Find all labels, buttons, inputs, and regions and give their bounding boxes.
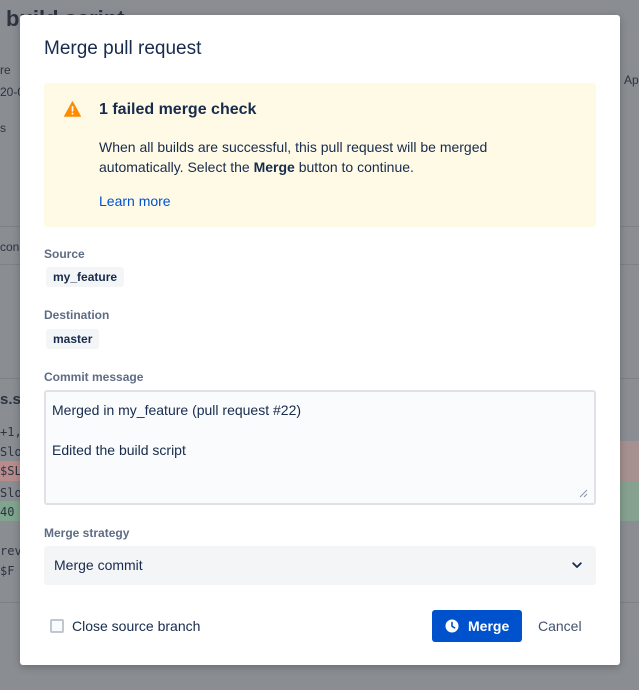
commit-message-label: Commit message xyxy=(44,370,144,384)
background-fragment: $F xyxy=(0,564,15,578)
close-source-branch-label[interactable]: Close source branch xyxy=(72,618,200,634)
commit-message-input[interactable]: Merged in my_feature (pull request #22) … xyxy=(44,390,596,505)
merge-dialog: Merge pull request 1 failed merge check … xyxy=(20,15,620,665)
background-fragment: +1, xyxy=(0,425,22,439)
background-fragment: Slo xyxy=(0,486,22,500)
background-fragment: re xyxy=(0,63,11,77)
background-fragment: s xyxy=(0,121,6,135)
merge-button-label: Merge xyxy=(468,618,510,634)
warning-title: 1 failed merge check xyxy=(99,101,257,118)
learn-more-link[interactable]: Learn more xyxy=(99,193,171,209)
background-fragment: rev xyxy=(0,544,22,558)
source-branch: my_feature xyxy=(46,267,125,287)
background-diff-removed xyxy=(620,441,639,481)
merge-strategy-select[interactable]: Merge commit xyxy=(44,546,596,585)
resize-handle-icon[interactable] xyxy=(578,488,588,498)
background-fragment: con xyxy=(0,240,20,254)
background-fragment: Ap xyxy=(624,73,639,87)
dialog-title: Merge pull request xyxy=(44,38,202,59)
merge-check-warning: 1 failed merge check When all builds are… xyxy=(44,83,596,227)
warning-message-bold: Merge xyxy=(253,159,295,175)
warning-icon xyxy=(64,101,81,117)
merge-button[interactable]: Merge xyxy=(432,610,522,642)
destination-branch: master xyxy=(46,329,100,349)
destination-label: Destination xyxy=(44,308,110,322)
close-source-branch-checkbox[interactable] xyxy=(50,619,64,633)
merge-strategy-value: Merge commit xyxy=(54,557,143,573)
background-fragment: Slo xyxy=(0,445,22,459)
cancel-button-label: Cancel xyxy=(538,618,582,634)
chevron-down-icon xyxy=(572,562,582,568)
source-label: Source xyxy=(44,247,85,261)
cancel-button[interactable]: Cancel xyxy=(528,610,590,642)
background-fragment: $SL xyxy=(0,464,22,478)
merge-strategy-label: Merge strategy xyxy=(44,526,130,540)
background-fragment: 40 xyxy=(0,505,15,519)
clock-icon xyxy=(445,619,459,633)
background-diff-added xyxy=(620,481,639,521)
warning-message: When all builds are successful, this pul… xyxy=(99,139,488,175)
